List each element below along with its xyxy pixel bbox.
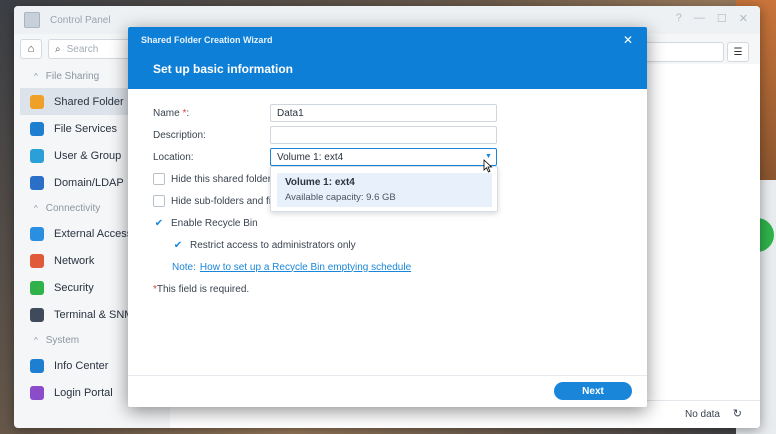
wizard-close-icon[interactable]: ✕ [623, 33, 633, 47]
name-row: Name *: Data1 [153, 102, 633, 124]
help-icon[interactable]: ? [676, 12, 682, 25]
required-field-note: * This field is required. [153, 278, 633, 300]
maximize-icon[interactable]: ☐ [717, 12, 727, 25]
checkmark-icon: ✔ [173, 239, 183, 251]
location-select[interactable]: Volume 1: ext4 [270, 148, 497, 166]
shared-folder-wizard-dialog: Shared Folder Creation Wizard ✕ Set up b… [128, 27, 647, 407]
sidebar-section-label: Connectivity [45, 202, 101, 214]
description-label: Description: [153, 129, 206, 141]
control-panel-title: Control Panel [50, 14, 111, 26]
window-controls: ? — ☐ ✕ [676, 12, 748, 25]
location-row: Location: Volume 1: ext4 ▼ [153, 146, 633, 168]
description-row: Description: [153, 124, 633, 146]
wizard-heading: Set up basic information [153, 62, 294, 76]
name-label: Name *: [153, 107, 190, 119]
security-icon [30, 280, 44, 295]
wizard-header: Shared Folder Creation Wizard ✕ Set up b… [128, 27, 647, 89]
user-group-icon [30, 148, 44, 163]
info-center-icon [30, 358, 44, 373]
mouse-cursor-icon [483, 159, 493, 173]
next-button[interactable]: Next [554, 382, 632, 400]
location-option-volume1[interactable]: Volume 1: ext4 Available capacity: 9.6 G… [277, 173, 492, 207]
recycle-bin-schedule-link[interactable]: How to set up a Recycle Bin emptying sch… [200, 262, 411, 273]
option-volume-name: Volume 1: ext4 [285, 177, 355, 188]
refresh-icon[interactable]: ↻ [733, 407, 742, 420]
recycle-bin-note: Note: How to set up a Recycle Bin emptyi… [153, 256, 633, 278]
file-services-icon [30, 121, 44, 136]
sort-button[interactable]: ☰ [727, 42, 749, 62]
external-access-icon [30, 226, 44, 241]
wizard-footer: Next [128, 375, 647, 407]
location-label: Location: [153, 151, 194, 163]
restrict-admin-checkbox[interactable]: ✔ [172, 239, 184, 251]
sidebar-item-label: Domain/LDAP [54, 176, 124, 189]
shared-folder-icon [30, 94, 44, 109]
network-icon [30, 253, 44, 268]
login-portal-icon [30, 385, 44, 400]
option-capacity: Available capacity: 9.6 GB [285, 192, 396, 203]
domain-ldap-icon [30, 175, 44, 190]
wizard-window-title: Shared Folder Creation Wizard [141, 35, 273, 45]
checkmark-icon: ✔ [154, 217, 164, 229]
recycle-bin-row[interactable]: ✔ Enable Recycle Bin [153, 212, 633, 234]
sidebar-item-label: File Services [54, 122, 117, 135]
sort-icon: ☰ [733, 46, 743, 58]
hide-shared-folder-checkbox[interactable] [153, 173, 165, 185]
hide-subfolders-checkbox[interactable] [153, 195, 165, 207]
sidebar-item-label: Login Portal [54, 386, 113, 399]
close-icon[interactable]: ✕ [739, 12, 748, 25]
sidebar-item-label: Shared Folder [54, 95, 124, 108]
home-button[interactable]: ⌂ [20, 39, 42, 59]
description-input[interactable] [270, 126, 497, 144]
sidebar-item-label: User & Group [54, 149, 122, 162]
sidebar-section-label: File Sharing [45, 70, 100, 82]
hide-shared-folder-label: Hide this shared folder [171, 173, 272, 185]
sidebar-item-label: Info Center [54, 359, 109, 372]
chevron-up-icon: ^ [34, 71, 38, 81]
no-data-text: No data [684, 409, 720, 420]
control-panel-logo-icon [24, 12, 40, 28]
sidebar-item-label: Security [54, 281, 94, 294]
location-dropdown-list: Volume 1: ext4 Available capacity: 9.6 G… [270, 166, 498, 212]
restrict-admin-row[interactable]: ✔ Restrict access to administrators only [153, 234, 633, 256]
sidebar-item-label: Network [54, 254, 95, 267]
name-input[interactable]: Data1 [270, 104, 497, 122]
hide-subfolders-label: Hide sub-folders and fil [171, 195, 274, 207]
chevron-up-icon: ^ [34, 335, 38, 345]
sidebar-section-label: System [45, 334, 80, 346]
note-prefix: Note: [172, 261, 196, 273]
recycle-bin-label: Enable Recycle Bin [171, 217, 258, 229]
chevron-up-icon: ^ [34, 203, 38, 213]
content-search-input[interactable] [644, 42, 724, 62]
search-placeholder: Search [66, 43, 99, 55]
sidebar-item-label: External Access [54, 227, 133, 240]
home-icon: ⌂ [27, 43, 35, 55]
minimize-icon[interactable]: — [694, 12, 705, 25]
recycle-bin-checkbox[interactable]: ✔ [153, 217, 165, 229]
terminal-snmp-icon [30, 307, 44, 322]
required-text: This field is required. [156, 283, 250, 295]
search-icon: ⌕ [55, 43, 61, 55]
restrict-admin-label: Restrict access to administrators only [190, 239, 356, 251]
